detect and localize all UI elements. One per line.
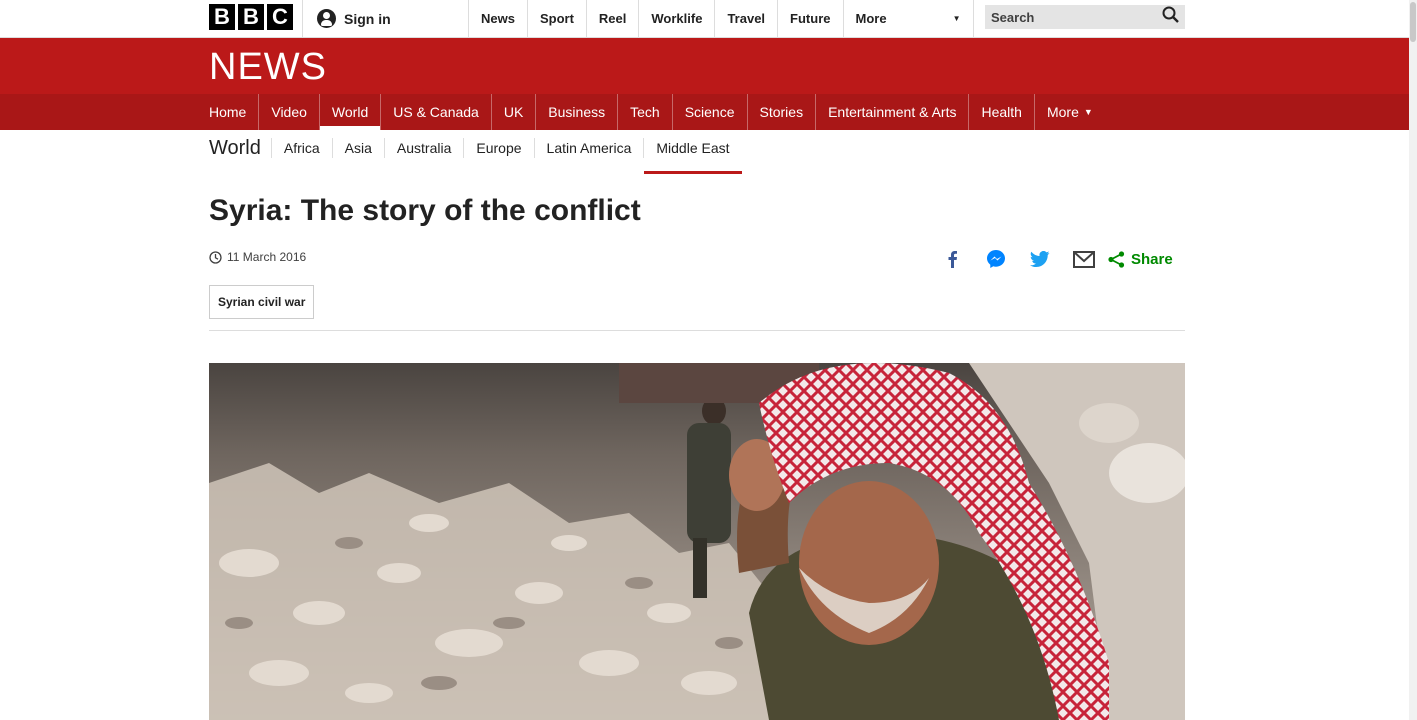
user-icon	[317, 9, 336, 28]
topic-tag[interactable]: Syrian civil war	[209, 285, 315, 319]
caret-down-icon: ▼	[952, 14, 961, 23]
global-nav: News Sport Reel Worklife Travel Future M…	[468, 0, 974, 37]
sign-in-label: Sign in	[344, 10, 391, 27]
news-nav-label: Stories	[759, 104, 804, 120]
news-nav-label: Entertainment & Arts	[828, 104, 957, 120]
global-nav-more[interactable]: More ▼	[842, 0, 974, 37]
scrollbar-thumb[interactable]	[1410, 2, 1416, 42]
global-nav-news[interactable]: News	[468, 0, 527, 37]
global-nav-travel[interactable]: Travel	[714, 0, 777, 37]
news-nav-label: UK	[503, 104, 524, 120]
bbc-logo-letter: C	[267, 4, 293, 30]
news-nav-label: More	[1046, 104, 1079, 120]
news-nav-label: World	[331, 104, 369, 120]
bbc-logo[interactable]: B B C	[209, 4, 293, 30]
news-nav-world[interactable]: World	[318, 94, 381, 130]
article-date-text: 11 March 2016	[227, 250, 307, 264]
global-nav-reel[interactable]: Reel	[585, 0, 638, 37]
section-title[interactable]: World	[209, 137, 261, 160]
news-nav-uk[interactable]: UK	[490, 94, 535, 130]
search-icon[interactable]	[1162, 6, 1179, 28]
bbc-logo-letter: B	[209, 4, 235, 30]
news-nav-science[interactable]: Science	[671, 94, 747, 130]
section-nav: World Africa Asia Australia Europe Latin Ame…	[209, 130, 742, 174]
section-nav-middle-east[interactable]: Middle East	[643, 138, 742, 174]
facebook-icon[interactable]	[930, 246, 974, 272]
share-icon	[1108, 250, 1125, 268]
sign-in-button[interactable]: Sign in	[302, 0, 468, 37]
global-bar: B B C Sign in News Sport Reel Worklife T…	[0, 0, 1409, 38]
bbc-logo-letter: B	[238, 4, 264, 30]
global-nav-future[interactable]: Future	[777, 0, 842, 37]
section-nav-australia[interactable]: Australia	[383, 138, 463, 158]
news-wordmark[interactable]: NEWS	[209, 46, 327, 88]
news-nav-label: Tech	[630, 104, 660, 120]
news-nav-stories[interactable]: Stories	[746, 94, 816, 130]
article-headline: Syria: The story of the conflict	[209, 194, 641, 227]
news-nav-health[interactable]: Health	[968, 94, 1033, 130]
news-nav: Home Video World US & Canada UK Business Tech S…	[0, 94, 1409, 130]
global-nav-more-label: More	[855, 11, 887, 26]
twitter-icon[interactable]	[1018, 246, 1062, 272]
news-nav-tech[interactable]: Tech	[617, 94, 672, 130]
news-nav-label: Home	[209, 104, 247, 120]
share-tools: Share	[930, 246, 1173, 272]
news-nav-entertainment-arts[interactable]: Entertainment & Arts	[815, 94, 968, 130]
section-nav-latin-america[interactable]: Latin America	[533, 138, 644, 158]
news-nav-us-canada[interactable]: US & Canada	[380, 94, 491, 130]
news-nav-label: Video	[271, 104, 307, 120]
section-nav-asia[interactable]: Asia	[331, 138, 384, 158]
global-nav-sport[interactable]: Sport	[526, 0, 586, 37]
email-icon[interactable]	[1062, 246, 1106, 272]
section-nav-africa[interactable]: Africa	[270, 138, 332, 158]
section-nav-europe[interactable]: Europe	[463, 138, 533, 158]
global-nav-worklife[interactable]: Worklife	[638, 0, 714, 37]
divider	[209, 330, 1185, 331]
news-nav-label: Business	[548, 104, 606, 120]
news-nav-video[interactable]: Video	[258, 94, 319, 130]
news-header: NEWS	[0, 38, 1409, 94]
messenger-icon[interactable]	[974, 246, 1018, 272]
search-input[interactable]	[991, 9, 1141, 25]
caret-down-icon: ▼	[1083, 107, 1093, 117]
news-nav-label: Health	[981, 104, 1022, 120]
news-nav-label: US & Canada	[393, 104, 479, 120]
news-nav-more[interactable]: More ▼	[1033, 94, 1105, 130]
share-button[interactable]: Share	[1108, 251, 1173, 268]
share-label: Share	[1131, 250, 1173, 268]
clock-icon	[209, 250, 222, 264]
search-box	[985, 5, 1185, 29]
news-nav-label: Science	[684, 104, 735, 120]
news-nav-home[interactable]: Home	[209, 94, 258, 130]
article-date: 11 March 2016	[209, 250, 306, 264]
hero-image	[209, 363, 1185, 720]
scrollbar[interactable]	[1409, 0, 1417, 720]
news-nav-business[interactable]: Business	[535, 94, 617, 130]
